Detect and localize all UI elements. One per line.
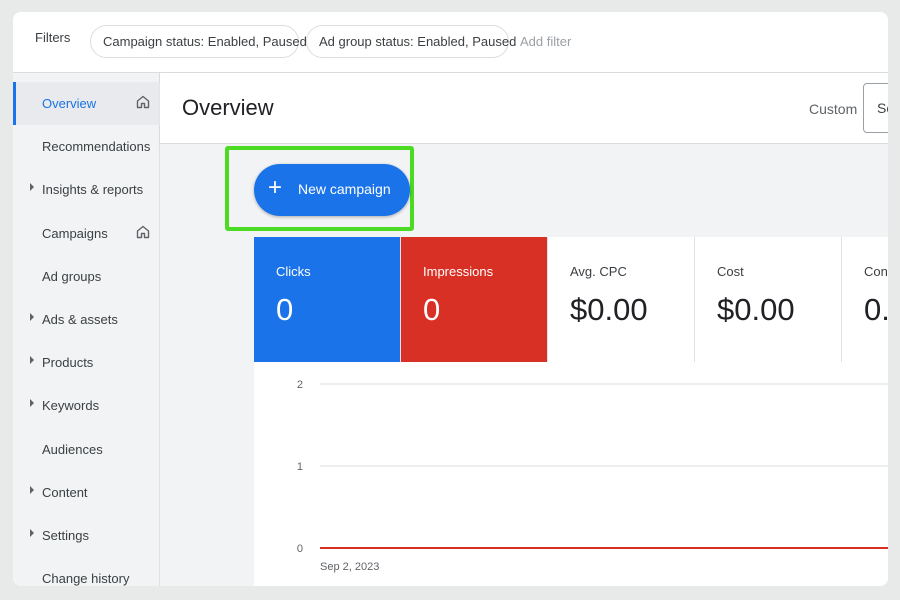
sidebar-item-content[interactable]: Content xyxy=(13,471,160,514)
performance-chart: 2 1 0 Sep 2, 2023 xyxy=(254,362,888,586)
caret-right-icon xyxy=(30,356,34,365)
page-header: Overview Custom Se xyxy=(160,73,888,144)
sidebar-item-label: Overview xyxy=(42,96,97,111)
sidebar-item-label: Keywords xyxy=(42,398,100,414)
metric-value: 0. xyxy=(864,292,888,327)
home-icon xyxy=(136,225,150,239)
filter-chip-ad-group-status[interactable]: Ad group status: Enabled, Paused xyxy=(306,25,516,58)
metric-value: $0.00 xyxy=(717,292,795,327)
metric-card-cost[interactable]: Cost $0.00 xyxy=(695,237,842,362)
metric-card-impressions[interactable]: Impressions 0 xyxy=(401,237,548,362)
date-range-value: Se xyxy=(877,100,888,116)
metric-label: Cost xyxy=(717,264,744,279)
sidebar-item-change-history[interactable]: Change history xyxy=(13,557,160,586)
sidebar-item-label: Ad groups xyxy=(42,268,102,284)
metric-label: Avg. CPC xyxy=(570,264,627,279)
plus-icon: + xyxy=(268,174,283,201)
main-content: + New campaign Clicks 0 Impressions 0 Av… xyxy=(160,144,888,586)
add-filter-link[interactable]: Add filter xyxy=(520,34,571,49)
caret-right-icon xyxy=(30,399,34,408)
sidebar-item-overview[interactable]: Overview xyxy=(13,82,160,125)
app-window: Filters Campaign status: Enabled, Paused… xyxy=(13,12,888,586)
metric-value: $0.00 xyxy=(570,292,648,327)
y-tick-label: 2 xyxy=(297,379,303,391)
metric-label: Conv xyxy=(864,264,888,279)
y-tick-label: 1 xyxy=(297,461,303,473)
sidebar-item-label: Settings xyxy=(42,528,89,543)
sidebar-item-label: Products xyxy=(42,355,94,371)
sidebar-item-label: Change history xyxy=(42,571,130,586)
home-icon xyxy=(136,95,150,109)
sidebar-item-label: Campaigns xyxy=(42,225,108,241)
filters-label: Filters xyxy=(35,30,71,45)
sidebar-item-settings[interactable]: Settings xyxy=(13,514,160,557)
metric-value: 0 xyxy=(423,292,441,327)
sidebar: Overview Recommendations Insights & report… xyxy=(13,73,160,586)
x-tick-label: Sep 2, 2023 xyxy=(320,561,379,573)
caret-right-icon xyxy=(30,529,34,537)
sidebar-item-audiences[interactable]: Audiences xyxy=(13,428,160,471)
metric-cards: Clicks 0 Impressions 0 Avg. CPC $0.00 Co… xyxy=(254,237,888,362)
sidebar-item-campaigns[interactable]: Campaigns xyxy=(13,212,160,255)
caret-right-icon xyxy=(30,183,34,192)
metric-label: Impressions xyxy=(423,264,494,279)
sidebar-item-label: Content xyxy=(42,484,88,500)
metric-card-conversions[interactable]: Conv 0. xyxy=(842,237,888,362)
caret-right-icon xyxy=(30,485,34,494)
metric-card-avg-cpc[interactable]: Avg. CPC $0.00 xyxy=(548,237,695,362)
sidebar-item-products[interactable]: Products xyxy=(13,341,160,384)
y-tick-label: 0 xyxy=(297,543,303,555)
filter-chip-campaign-status[interactable]: Campaign status: Enabled, Paused xyxy=(90,25,307,58)
sidebar-item-label: Ads & assets xyxy=(42,312,118,327)
sidebar-item-ad-groups[interactable]: Ad groups xyxy=(13,255,160,298)
metric-value: 0 xyxy=(276,292,294,327)
date-range-custom-label[interactable]: Custom xyxy=(809,101,857,117)
new-campaign-label: New campaign xyxy=(298,181,391,197)
filters-bar: Filters Campaign status: Enabled, Paused… xyxy=(13,12,888,73)
sidebar-item-label: Audiences xyxy=(42,441,103,457)
new-campaign-button[interactable]: + New campaign xyxy=(254,164,410,216)
sidebar-item-label: Recommendations xyxy=(42,139,151,155)
sidebar-item-insights-reports[interactable]: Insights & reports xyxy=(13,168,160,211)
caret-right-icon xyxy=(30,313,34,321)
sidebar-item-recommendations[interactable]: Recommendations xyxy=(13,125,160,168)
chart-svg: 2 1 0 Sep 2, 2023 xyxy=(297,379,888,573)
sidebar-item-ads-assets[interactable]: Ads & assets xyxy=(13,298,160,341)
metric-card-clicks[interactable]: Clicks 0 xyxy=(254,237,401,362)
sidebar-item-label: Insights & reports xyxy=(42,182,144,198)
sidebar-item-keywords[interactable]: Keywords xyxy=(13,384,160,427)
date-range-selector[interactable]: Se xyxy=(863,83,888,133)
metric-label: Clicks xyxy=(276,264,311,279)
page-title: Overview xyxy=(182,95,274,120)
